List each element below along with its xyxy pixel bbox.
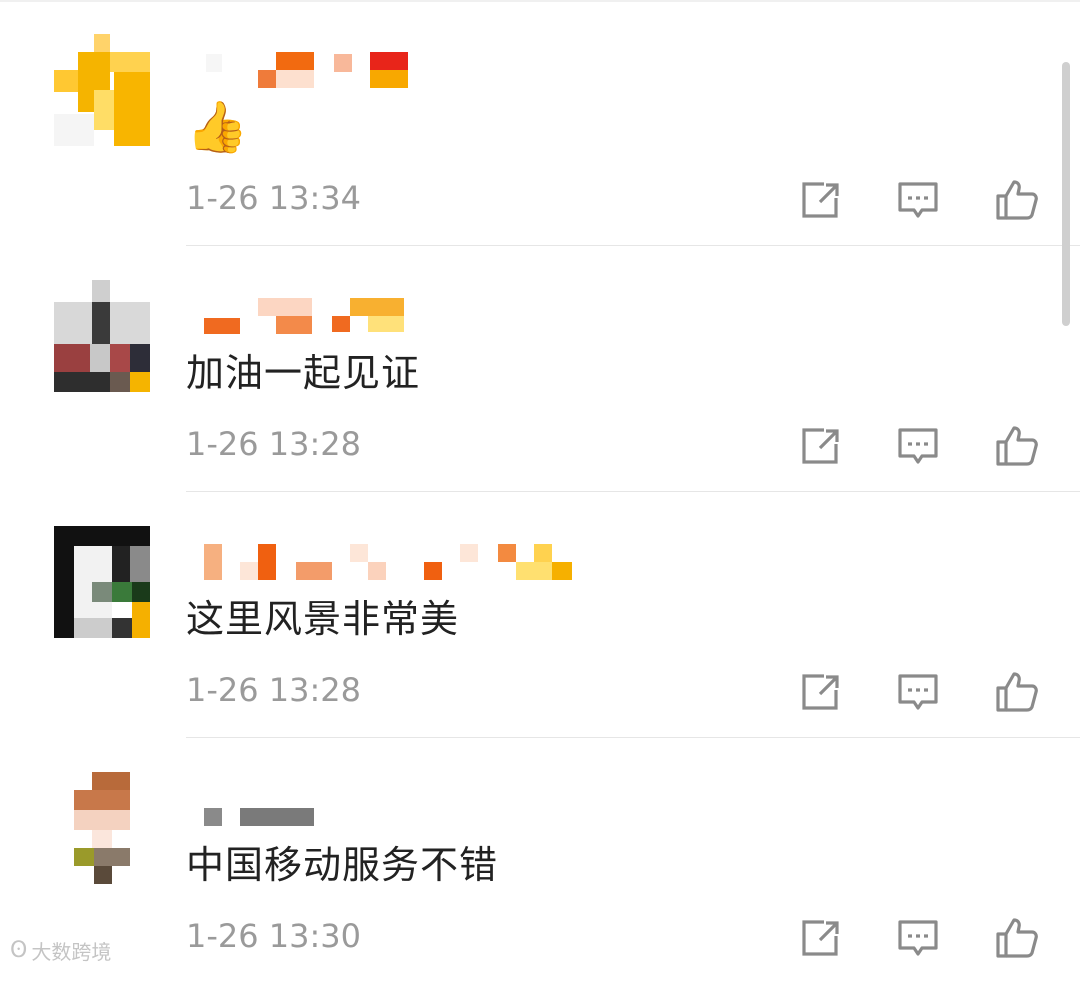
reply-icon: [898, 920, 938, 956]
comment-text: 👍: [186, 100, 249, 158]
reply-button[interactable]: [894, 422, 942, 470]
user-avatar[interactable]: [54, 526, 150, 638]
comment-time: 1-26 13:28: [186, 425, 362, 463]
reply-button[interactable]: [894, 668, 942, 716]
share-icon: [802, 674, 839, 710]
share-icon: [802, 920, 839, 956]
comment-item: 中国移动服务不错 1-26 13:30: [0, 738, 1080, 984]
like-icon: [996, 180, 1038, 220]
username-mosaic[interactable]: [186, 544, 606, 584]
like-icon: [996, 918, 1038, 958]
weibo-logo-icon: ʘ: [10, 938, 28, 963]
like-button[interactable]: [992, 176, 1040, 224]
watermark-text: 大数跨境: [31, 940, 112, 964]
like-button[interactable]: [992, 668, 1040, 716]
like-button[interactable]: [992, 914, 1040, 962]
user-avatar[interactable]: [54, 772, 150, 884]
username-mosaic[interactable]: [186, 790, 606, 830]
comment-time: 1-26 13:30: [186, 917, 362, 955]
user-avatar[interactable]: [54, 34, 150, 146]
share-icon: [802, 182, 839, 218]
share-button[interactable]: [796, 668, 844, 716]
like-icon: [996, 426, 1038, 466]
comment-text: 中国移动服务不错: [186, 843, 499, 887]
comment-time: 1-26 13:34: [186, 179, 362, 217]
reply-icon: [898, 428, 938, 464]
thumbs-up-emoji: 👍: [186, 98, 250, 156]
reply-icon: [898, 674, 938, 710]
watermark: ʘ 大数跨境: [10, 936, 111, 965]
like-button[interactable]: [992, 422, 1040, 470]
share-button[interactable]: [796, 422, 844, 470]
comment-text: 加油一起见证: [186, 351, 421, 395]
comment-time: 1-26 13:28: [186, 671, 362, 709]
comment-item: 加油一起见证 1-26 13:28: [0, 246, 1080, 492]
share-icon: [802, 428, 839, 464]
username-mosaic[interactable]: [186, 52, 606, 92]
share-button[interactable]: [796, 176, 844, 224]
reply-button[interactable]: [894, 914, 942, 962]
reply-icon: [898, 182, 938, 218]
share-button[interactable]: [796, 914, 844, 962]
comment-item: 👍 1-26 13:34: [0, 0, 1080, 246]
reply-button[interactable]: [894, 176, 942, 224]
username-mosaic[interactable]: [186, 298, 606, 338]
user-avatar[interactable]: [54, 280, 150, 392]
like-icon: [996, 672, 1038, 712]
comment-text: 这里风景非常美: [186, 597, 460, 641]
comment-item: 这里风景非常美 1-26 13:28: [0, 492, 1080, 738]
scrollbar[interactable]: [1062, 62, 1070, 326]
